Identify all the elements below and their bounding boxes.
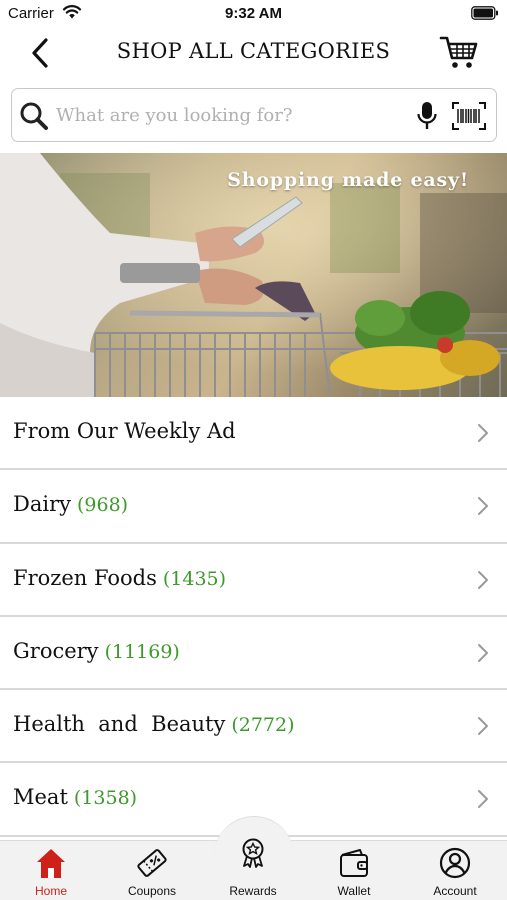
category-row-frozen-foods[interactable]: Frozen Foods (1435)	[0, 543, 507, 617]
tab-wallet[interactable]: Wallet	[304, 841, 404, 900]
category-label: From Our Weekly Ad	[13, 419, 236, 443]
chevron-right-icon	[478, 497, 488, 516]
category-row-grocery[interactable]: Grocery (11169)	[0, 616, 507, 691]
tab-label: Rewards	[229, 884, 277, 898]
tab-rewards[interactable]: Rewards	[203, 838, 303, 900]
navigation-header: SHOP ALL CATEGORIES	[0, 28, 507, 78]
category-name: Meat	[13, 785, 68, 810]
category-count: (1435)	[162, 567, 227, 590]
tab-account[interactable]: Account	[405, 841, 505, 900]
category-row-health-and-beauty[interactable]: Health and Beauty (2772)	[0, 690, 507, 764]
account-icon	[439, 847, 471, 879]
tab-coupons[interactable]: Coupons	[102, 841, 202, 900]
battery-icon	[471, 6, 498, 20]
category-label: Frozen Foods (1435)	[13, 566, 226, 590]
wallet-icon	[340, 849, 368, 877]
page-title: SHOP ALL CATEGORIES	[116, 39, 391, 63]
barcode-scan-icon[interactable]	[452, 102, 486, 130]
category-name: Dairy	[13, 492, 71, 517]
category-label: Health and Beauty (2772)	[13, 712, 295, 736]
category-list: From Our Weekly Ad Dairy (968) Frozen Foo…	[0, 397, 507, 837]
category-label: Grocery (11169)	[13, 639, 180, 663]
category-name: Frozen Foods	[13, 565, 157, 590]
chevron-right-icon	[478, 717, 488, 736]
category-name: Health and Beauty	[13, 712, 226, 737]
coupon-icon	[137, 849, 167, 877]
category-row-dairy[interactable]: Dairy (968)	[0, 470, 507, 544]
category-label: Dairy (968)	[13, 492, 128, 516]
home-icon	[37, 849, 65, 878]
search-input[interactable]	[56, 97, 406, 133]
tab-label: Account	[433, 884, 477, 898]
microphone-icon[interactable]	[416, 101, 438, 131]
category-name: Grocery	[13, 638, 99, 663]
banner-tagline: Shopping made easy!	[227, 169, 469, 191]
category-count: (968)	[76, 494, 129, 517]
chevron-right-icon	[478, 790, 488, 809]
clock: 9:32 AM	[225, 5, 282, 22]
chevron-right-icon	[478, 570, 488, 589]
chevron-right-icon	[478, 643, 488, 662]
tab-label: Coupons	[127, 884, 177, 898]
cart-icon[interactable]	[439, 34, 479, 70]
promo-banner: Shopping made easy!	[0, 153, 507, 397]
category-count: (11169)	[104, 640, 180, 663]
rewards-icon	[242, 838, 264, 868]
category-count: (1358)	[73, 787, 138, 810]
search-icon	[20, 102, 48, 130]
category-name: From Our Weekly Ad	[13, 419, 236, 443]
tab-label: Wallet	[337, 884, 371, 898]
tab-home[interactable]: Home	[1, 841, 101, 900]
category-label: Meat (1358)	[13, 785, 137, 809]
tab-label: Home	[34, 884, 67, 898]
category-count: (2772)	[231, 714, 295, 737]
search-bar	[11, 88, 497, 142]
bottom-tab-bar: Home Coupons Rewards Wallet Account	[0, 816, 507, 900]
status-bar: Carrier 9:32 AM	[0, 0, 507, 28]
category-row-weekly-ad[interactable]: From Our Weekly Ad	[0, 397, 507, 471]
chevron-right-icon	[478, 424, 488, 442]
